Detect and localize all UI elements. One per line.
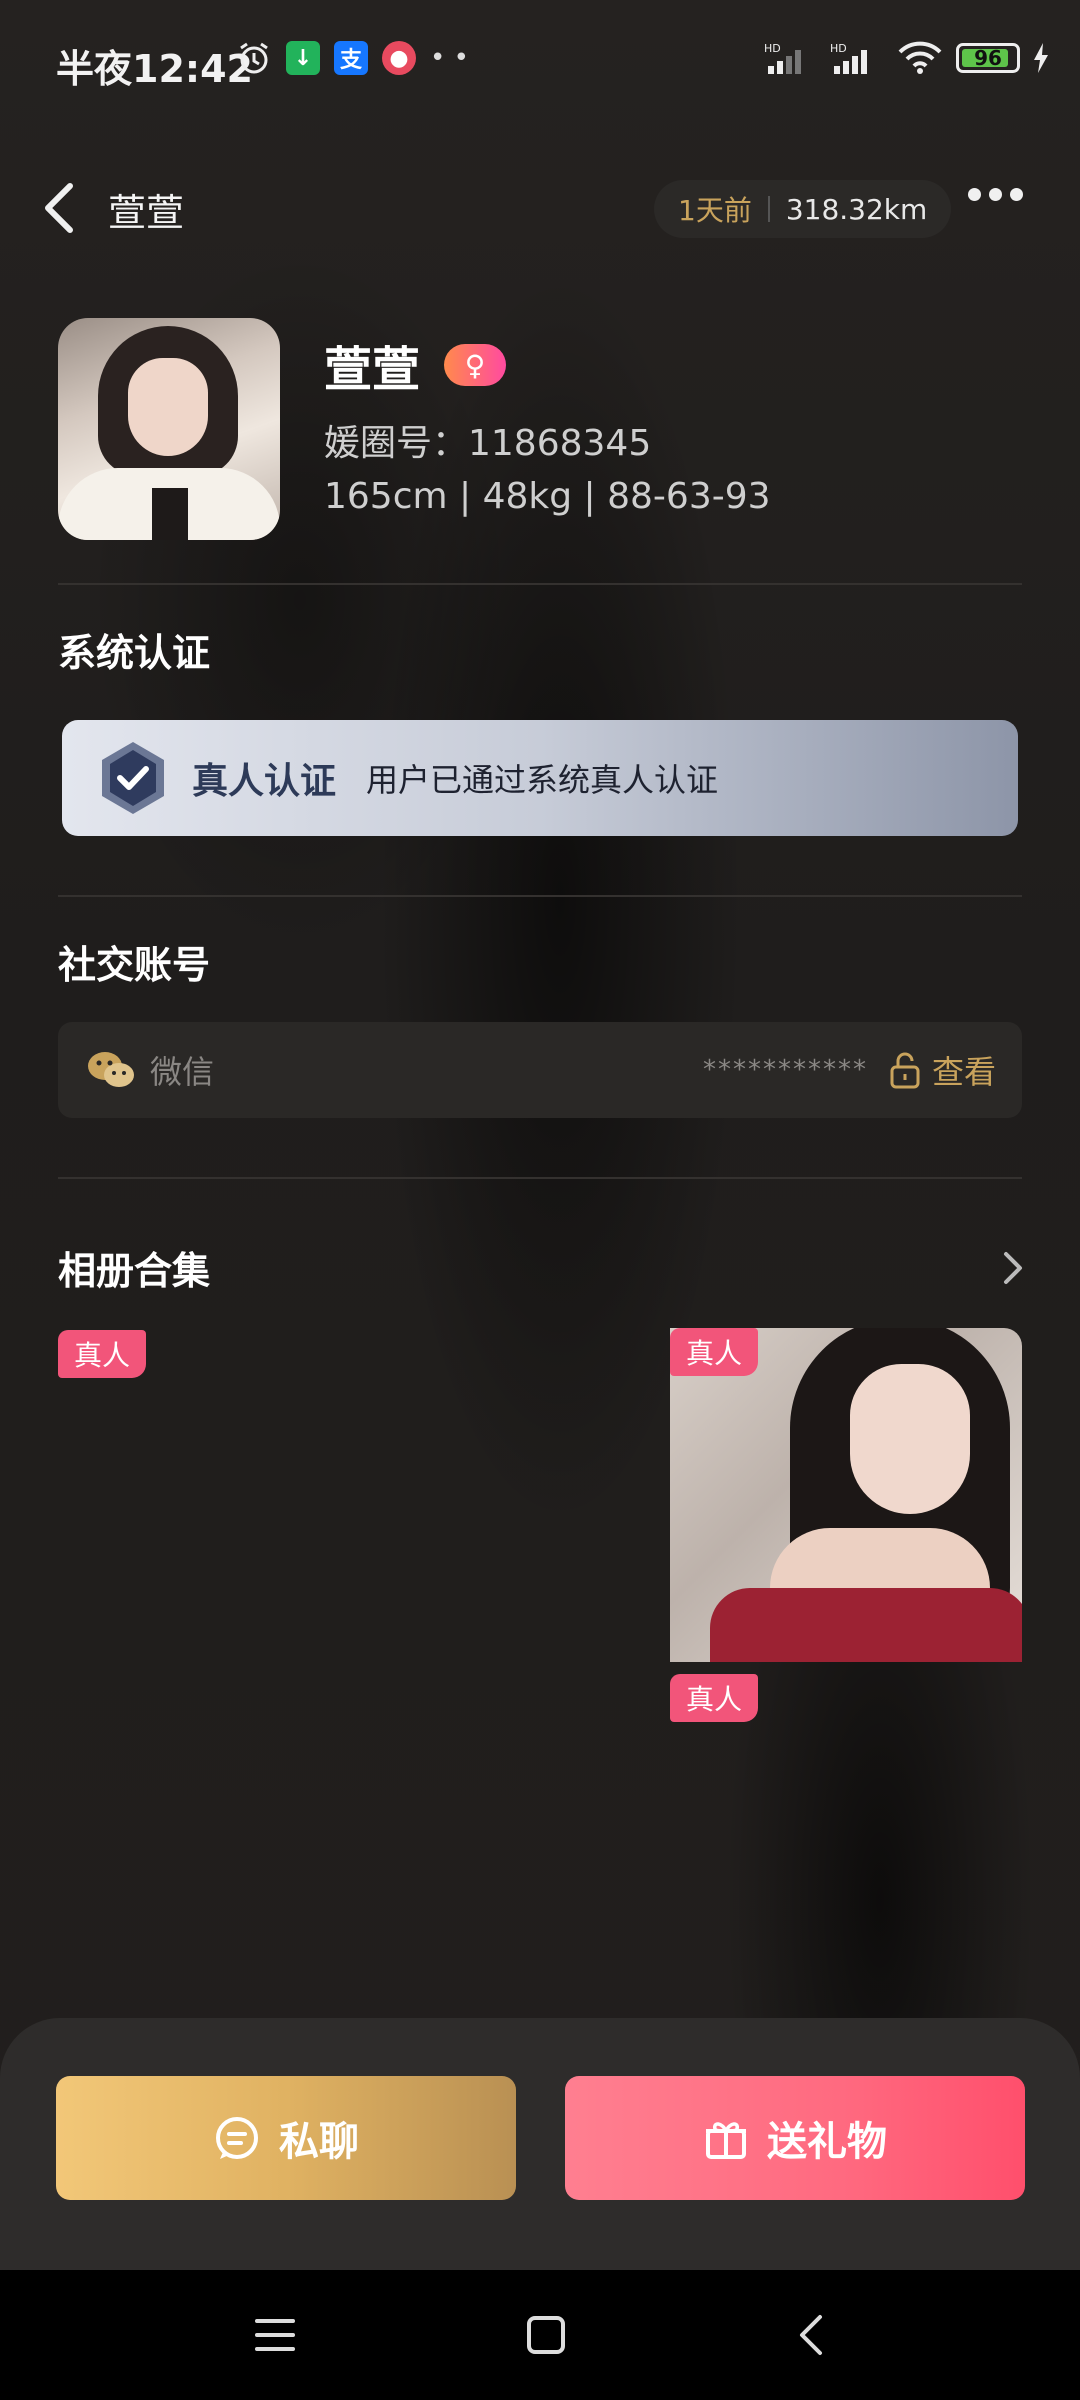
view-account-button[interactable]: 查看 (932, 1047, 996, 1093)
divider (58, 895, 1022, 897)
divider (58, 583, 1022, 585)
section-title-verification: 系统认证 (58, 631, 211, 675)
real-person-tag: 真人 (670, 1674, 759, 1722)
status-system-icons: HD HD 96 (764, 40, 1050, 76)
masked-account-value: *********** (702, 1055, 868, 1085)
menu-icon[interactable] (254, 2316, 296, 2354)
last-active-time: 1天前 (678, 194, 752, 227)
avatar[interactable] (58, 318, 280, 540)
chevron-right-icon[interactable] (1000, 1248, 1026, 1288)
real-person-tag: 真人 (670, 1328, 759, 1376)
divider (58, 1177, 1022, 1179)
more-notifications-icon: • • (430, 43, 469, 73)
real-person-tag: 真人 (58, 1330, 147, 1378)
member-id: 媛圈号：11868345 (324, 423, 652, 464)
real-person-verification-card: 真人认证 用户已通过系统真人认证 (62, 720, 1018, 836)
system-navigation-bar (0, 2270, 1080, 2400)
charging-icon (1034, 43, 1048, 73)
page-title: 萱萱 (108, 191, 185, 235)
alarm-icon (240, 42, 268, 74)
music-app-icon: ● (382, 41, 416, 75)
verified-shield-icon (102, 742, 164, 814)
section-title-album: 相册合集 (58, 1249, 211, 1293)
pill-divider (767, 196, 770, 222)
svg-text:HD: HD (830, 42, 847, 55)
status-notification-icons: ↓ 支 ● • • (236, 40, 469, 76)
wechat-icon (88, 1052, 134, 1087)
private-chat-button[interactable]: 私聊 (56, 2076, 516, 2200)
send-gift-button[interactable]: 送礼物 (565, 2076, 1025, 2200)
section-title-social: 社交账号 (58, 943, 211, 987)
home-icon[interactable] (526, 2315, 566, 2355)
social-platform-label: 微信 (150, 1053, 215, 1091)
verification-label: 真人认证 (192, 761, 337, 802)
private-chat-label: 私聊 (279, 2119, 359, 2165)
status-time: 半夜12:42 (56, 47, 253, 91)
activity-distance-pill: 1天前 318.32km (654, 180, 952, 238)
wifi-icon (898, 41, 942, 74)
download-app-icon: ↓ (286, 41, 320, 75)
more-options-icon[interactable] (968, 188, 1023, 201)
back-icon[interactable] (796, 2313, 826, 2357)
battery-icon: 96 (956, 43, 1020, 73)
female-gender-icon: ♀ (444, 344, 506, 386)
signal-icon: HD (764, 42, 801, 74)
wechat-account-row[interactable]: 微信 *********** 查看 (58, 1022, 1022, 1118)
body-stats: 165cm | 48kg | 88-63-93 (324, 476, 771, 517)
album-photo[interactable] (670, 1328, 1022, 1662)
gift-icon (706, 2122, 746, 2159)
back-arrow-icon[interactable] (40, 180, 80, 236)
distance-text: 318.32km (785, 192, 928, 226)
svg-text:HD: HD (764, 42, 781, 55)
alipay-app-icon: 支 (334, 41, 368, 75)
signal-2-icon: HD (830, 42, 867, 74)
battery-level: 96 (974, 46, 1002, 70)
send-gift-label: 送礼物 (767, 2119, 887, 2165)
profile-name: 萱萱 (324, 342, 421, 398)
chat-bubble-icon (216, 2117, 258, 2159)
verification-description: 用户已通过系统真人认证 (366, 761, 719, 799)
unlock-icon[interactable] (888, 1051, 922, 1089)
